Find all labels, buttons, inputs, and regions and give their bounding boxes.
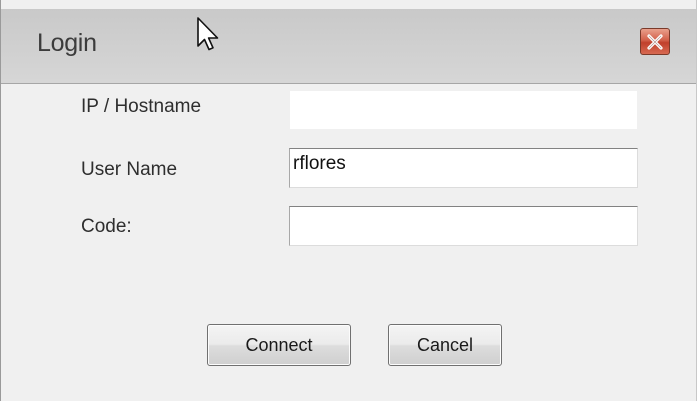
cancel-button[interactable]: Cancel: [388, 324, 502, 366]
username-label: User Name: [81, 159, 178, 180]
connect-button[interactable]: Connect: [207, 324, 351, 366]
title-bar[interactable]: Login: [1, 9, 696, 84]
window-title: Login: [37, 29, 97, 57]
login-dialog: Login IP / Hostname User Name rflores Co…: [0, 0, 697, 401]
code-field[interactable]: [289, 206, 638, 246]
code-label: Code:: [81, 216, 132, 237]
mouse-pointer-icon: [196, 16, 220, 57]
username-value: rflores: [293, 153, 346, 174]
hostname-label: IP / Hostname: [81, 96, 202, 117]
hostname-field[interactable]: [289, 90, 638, 130]
close-button[interactable]: [640, 28, 670, 55]
close-x-icon: [645, 33, 665, 51]
